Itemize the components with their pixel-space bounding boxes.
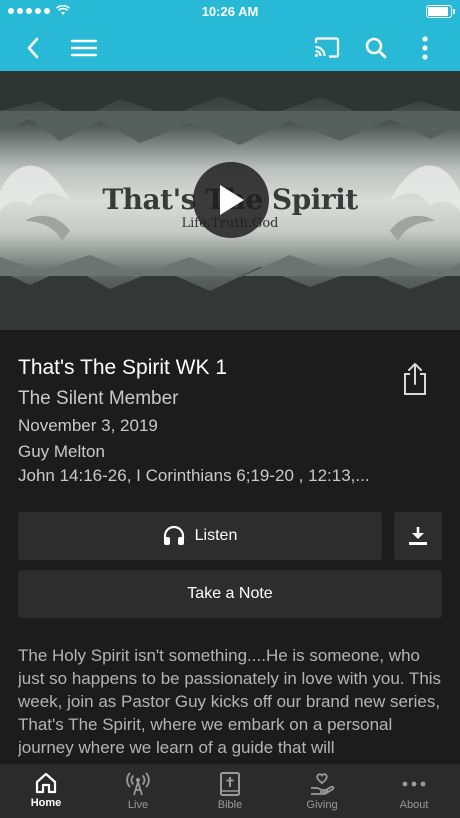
tab-home[interactable]: Home bbox=[0, 764, 92, 818]
listen-label: Listen bbox=[194, 527, 238, 544]
tab-bible[interactable]: Bible bbox=[184, 764, 276, 818]
take-note-label: Take a Note bbox=[187, 585, 273, 602]
status-time: 10:26 AM bbox=[201, 4, 259, 19]
tab-bible-label: Bible bbox=[217, 799, 243, 811]
scripture-refs: John 14:16-26, I Corinthians 6;19-20 , 1… bbox=[18, 466, 370, 485]
message-date: November 3, 2019 bbox=[18, 416, 158, 435]
download-button[interactable] bbox=[394, 512, 442, 560]
tab-home-label: Home bbox=[30, 797, 62, 809]
antenna-icon bbox=[126, 772, 150, 796]
back-icon[interactable] bbox=[18, 24, 48, 71]
tab-about-label: About bbox=[399, 799, 429, 811]
tab-live[interactable]: Live bbox=[92, 764, 184, 818]
sermon-artwork: That's The Spirit Life.Truth.God bbox=[0, 71, 460, 330]
tab-about[interactable]: About bbox=[368, 764, 460, 818]
speaker-name: Guy Melton bbox=[18, 442, 105, 461]
take-note-button[interactable]: Take a Note bbox=[18, 570, 442, 618]
series-name: The Silent Member bbox=[18, 388, 179, 409]
status-bar: 10:26 AM bbox=[0, 0, 460, 24]
tab-giving-label: Giving bbox=[306, 799, 338, 811]
download-icon bbox=[409, 527, 427, 545]
top-nav-bar bbox=[0, 24, 460, 71]
menu-icon[interactable] bbox=[68, 24, 100, 71]
message-title: That's The Spirit WK 1 bbox=[18, 356, 228, 379]
home-icon bbox=[35, 772, 57, 794]
headphones-icon bbox=[163, 526, 184, 545]
ellipsis-icon bbox=[402, 781, 426, 787]
search-icon[interactable] bbox=[360, 24, 392, 71]
share-icon[interactable] bbox=[402, 362, 428, 396]
tab-giving[interactable]: Giving bbox=[276, 764, 368, 818]
play-icon bbox=[220, 185, 244, 215]
cast-icon[interactable] bbox=[310, 24, 344, 71]
bible-icon bbox=[220, 772, 240, 796]
battery-fill bbox=[428, 7, 448, 16]
play-button[interactable] bbox=[193, 162, 269, 238]
listen-button[interactable]: Listen bbox=[18, 512, 382, 560]
tab-live-label: Live bbox=[127, 799, 149, 811]
message-description: The Holy Spirit isn't something....He is… bbox=[18, 646, 442, 757]
more-icon[interactable] bbox=[412, 24, 438, 71]
bottom-tab-bar: Home Live Bible Giving About bbox=[0, 764, 460, 818]
giving-icon bbox=[311, 773, 335, 795]
battery-icon bbox=[426, 5, 455, 18]
